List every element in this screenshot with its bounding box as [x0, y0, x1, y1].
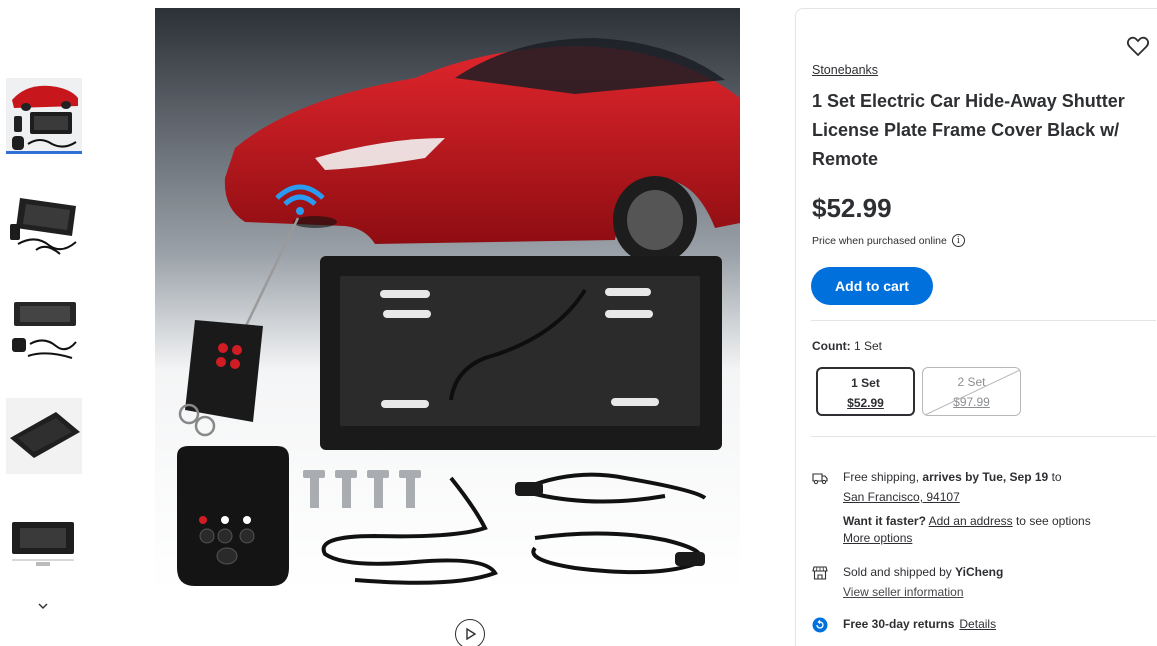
- faster-suffix: to see options: [1012, 514, 1091, 528]
- thumbnail-4[interactable]: [6, 398, 82, 474]
- unavailable-strike: [924, 369, 1020, 415]
- main-product-image[interactable]: [155, 8, 740, 593]
- count-label-value: 1 Set: [854, 339, 883, 353]
- play-video-button[interactable]: [455, 619, 485, 646]
- info-icon[interactable]: i: [951, 234, 965, 247]
- truck-icon: [812, 473, 828, 485]
- divider: [811, 436, 1156, 437]
- heart-icon: [1126, 36, 1150, 57]
- shipping-suffix: to: [1048, 470, 1062, 484]
- more-options-link[interactable]: More options: [843, 531, 912, 545]
- play-icon: [466, 627, 477, 641]
- returns-text: Free 30-day returns: [843, 617, 955, 631]
- want-faster: Want it faster?: [843, 514, 926, 528]
- store-icon: [812, 566, 828, 580]
- thumbnail-1[interactable]: [6, 78, 82, 154]
- arrival-date: arrives by Tue, Sep 19: [922, 470, 1049, 484]
- option-price: $52.99: [847, 396, 884, 410]
- price-note-text: Price when purchased online: [812, 234, 947, 247]
- add-address-link[interactable]: Add an address: [929, 514, 1013, 528]
- count-label: Count: 1 Set: [812, 339, 882, 353]
- divider: [811, 320, 1156, 321]
- thumbnail-3[interactable]: [6, 292, 82, 368]
- seller-info-link[interactable]: View seller information: [843, 585, 964, 599]
- count-option-2-set[interactable]: 2 Set $97.99: [922, 367, 1021, 416]
- thumbnail-2[interactable]: [6, 184, 82, 260]
- returns-icon: [812, 617, 828, 633]
- add-to-cart-button[interactable]: Add to cart: [811, 267, 933, 305]
- count-option-1-set[interactable]: 1 Set $52.99: [816, 367, 915, 416]
- product-info-panel: Stonebanks 1 Set Electric Car Hide-Away …: [795, 8, 1157, 646]
- shipping-prefix: Free shipping,: [843, 470, 923, 484]
- price-note: Price when purchased online i: [812, 234, 965, 247]
- seller-name: YiCheng: [955, 565, 1004, 579]
- thumbnails-scroll-down[interactable]: [34, 598, 52, 614]
- sold-prefix: Sold and shipped by: [843, 565, 956, 579]
- favorite-button[interactable]: [1126, 35, 1150, 57]
- option-name: 1 Set: [851, 376, 880, 390]
- location-link[interactable]: San Francisco, 94107: [843, 490, 960, 504]
- chevron-down-icon: [38, 603, 48, 609]
- thumbnail-5[interactable]: [6, 506, 82, 582]
- brand-link[interactable]: Stonebanks: [812, 63, 878, 77]
- product-title: 1 Set Electric Car Hide-Away Shutter Lic…: [812, 91, 1125, 169]
- product-price: $52.99: [812, 193, 892, 223]
- count-label-key: Count:: [812, 339, 851, 353]
- returns-details-link[interactable]: Details: [959, 617, 996, 631]
